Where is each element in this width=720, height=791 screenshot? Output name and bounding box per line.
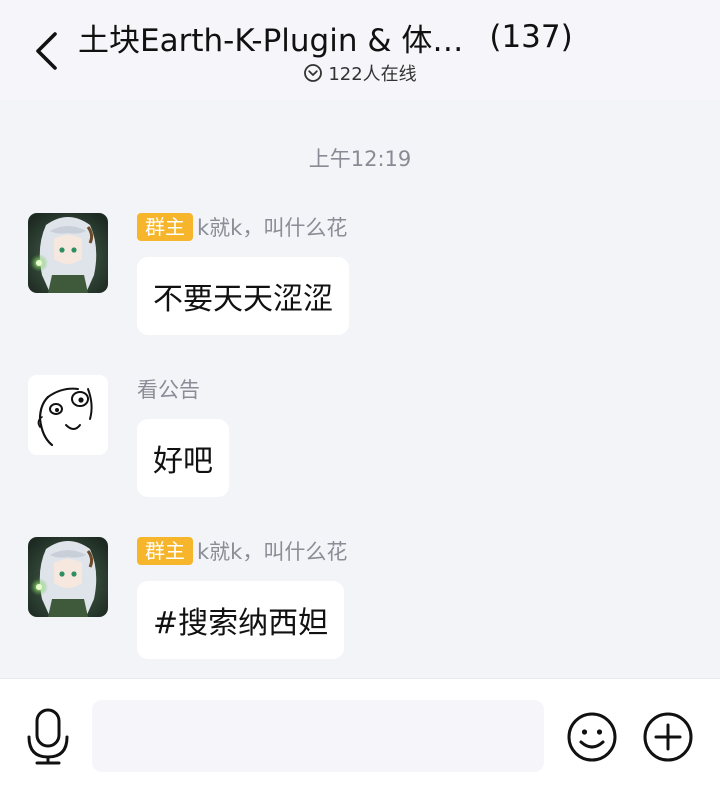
- chevron-down-circle-icon: [303, 63, 323, 83]
- member-count: (137): [489, 19, 573, 55]
- chat-header: 土块Earth-K-Plugin & 体… (137) 122人在线: [0, 0, 720, 100]
- message-bubble[interactable]: #搜索纳西妲: [137, 581, 345, 659]
- online-count-text: 122人在线: [328, 64, 417, 85]
- message-list[interactable]: 上午12:19 群主 k就k，叫什么花 不要天天涩涩 看公告 好吧 群主 k就k…: [0, 100, 720, 678]
- owner-badge: 群主: [137, 537, 193, 565]
- voice-button[interactable]: [22, 707, 74, 765]
- anime-character-avatar[interactable]: [28, 537, 108, 617]
- owner-badge: 群主: [137, 213, 193, 241]
- input-bar: [0, 678, 720, 791]
- message-timestamp: 上午12:19: [308, 147, 412, 171]
- message-bubble[interactable]: 好吧: [137, 419, 229, 497]
- online-status[interactable]: 122人在线: [0, 60, 720, 86]
- sender-name[interactable]: k就k，叫什么花: [197, 536, 347, 566]
- group-title: 土块Earth-K-Plugin & 体…: [78, 22, 464, 59]
- more-actions-button[interactable]: [642, 711, 694, 763]
- rage-face-avatar[interactable]: [28, 375, 108, 455]
- message-input[interactable]: [92, 700, 544, 772]
- smiley-icon: [567, 712, 617, 762]
- sender-row: 群主 k就k，叫什么花: [137, 537, 347, 565]
- microphone-icon: [27, 708, 69, 765]
- sender-row: 看公告: [137, 375, 200, 403]
- emoji-button[interactable]: [566, 711, 618, 763]
- sender-name[interactable]: k就k，叫什么花: [197, 212, 347, 242]
- group-title-row[interactable]: 土块Earth-K-Plugin & 体… (137): [78, 14, 598, 60]
- sender-row: 群主 k就k，叫什么花: [137, 213, 347, 241]
- plus-circle-icon: [643, 712, 693, 762]
- sender-name[interactable]: 看公告: [137, 374, 200, 404]
- anime-character-avatar[interactable]: [28, 213, 108, 293]
- message-bubble[interactable]: 不要天天涩涩: [137, 257, 349, 335]
